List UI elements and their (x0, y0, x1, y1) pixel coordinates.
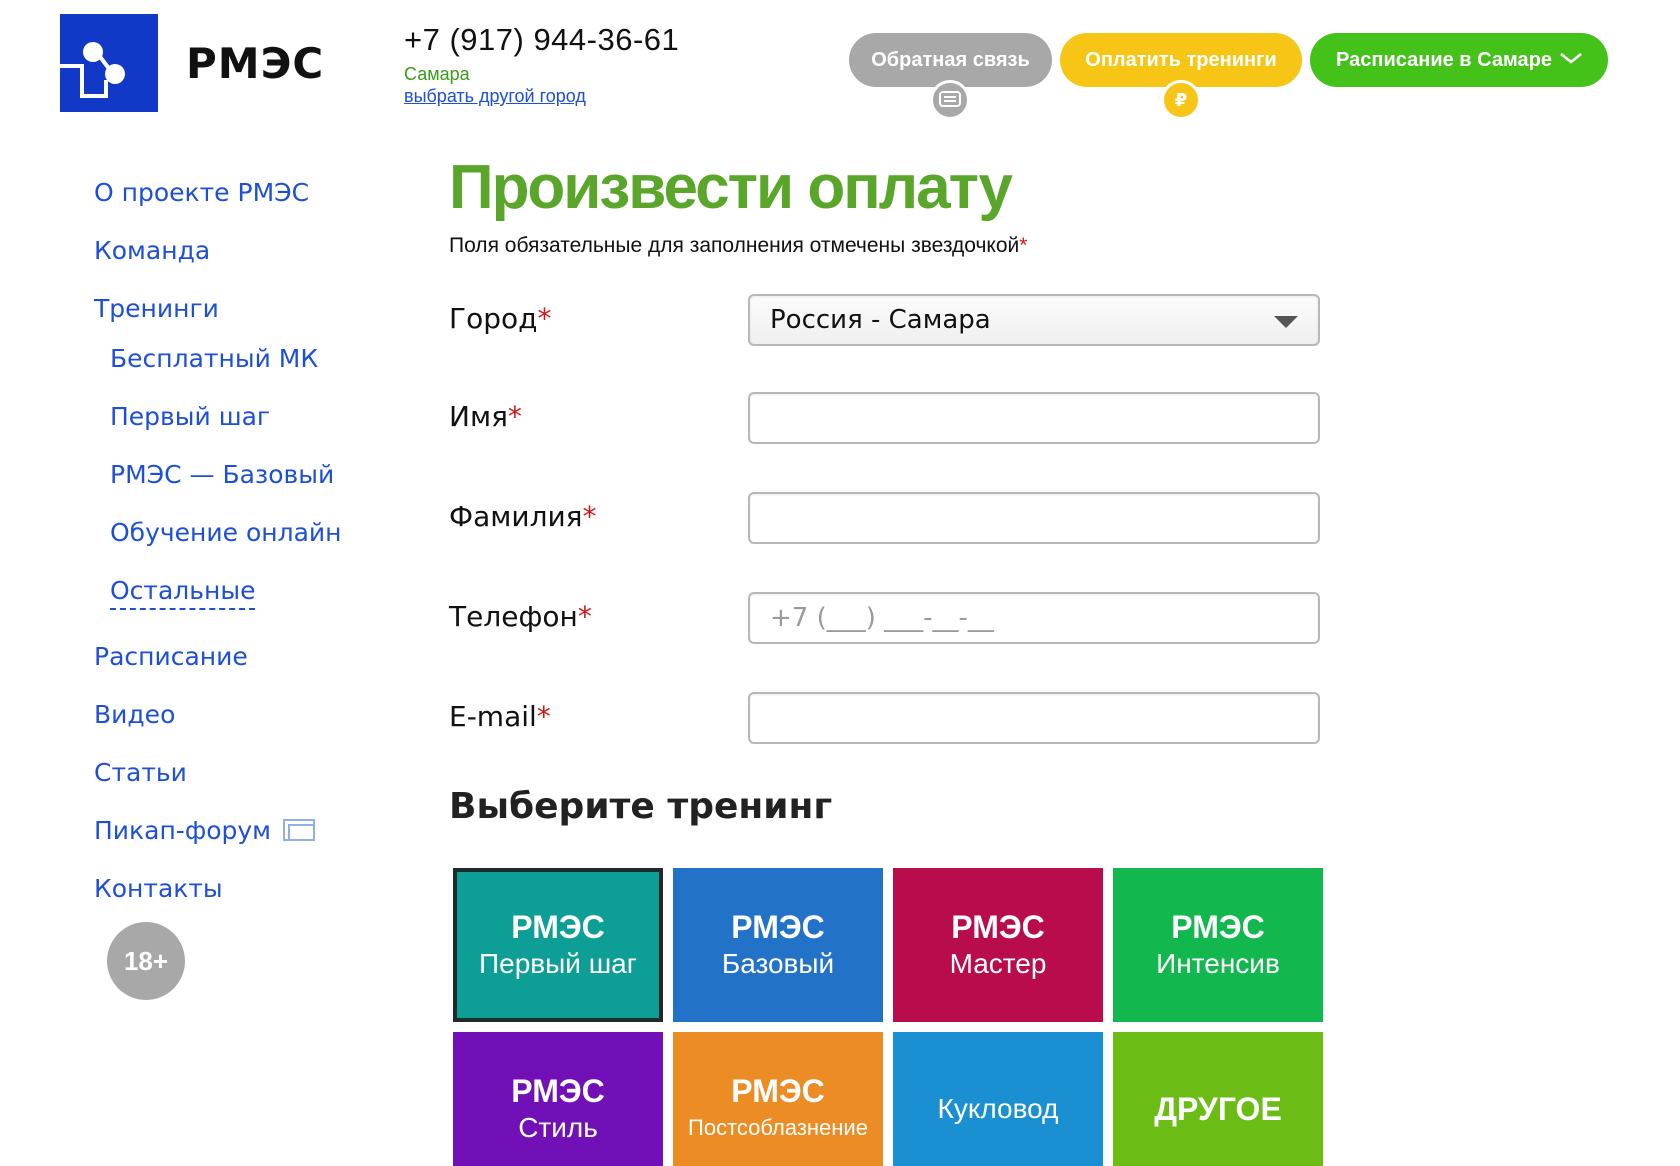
tile-title: ДРУГОЕ (1154, 1091, 1282, 1127)
sidebar-item-online[interactable]: Обучение онлайн (94, 512, 414, 570)
tile-subtitle: Интенсив (1156, 948, 1280, 979)
chevron-down-icon (1560, 51, 1582, 69)
sidebar-nav: О проекте РМЭС Команда Тренинги Бесплатн… (94, 172, 414, 926)
tile-subtitle: Мастер (949, 948, 1047, 979)
training-tile-style[interactable]: РМЭС Стиль (453, 1032, 663, 1166)
tile-subtitle: Первый шаг (479, 948, 637, 979)
sidebar-item-articles[interactable]: Статьи (94, 752, 414, 810)
phone-number[interactable]: +7 (917) 944-36-61 (404, 22, 679, 58)
dropdown-arrow-icon (1274, 316, 1298, 328)
name-label: Имя* (449, 400, 522, 433)
tile-subtitle: Стиль (518, 1112, 598, 1143)
surname-label: Фамилия* (449, 500, 597, 533)
city-select-value: Россия - Самара (770, 305, 991, 335)
feedback-button-label: Обратная связь (871, 48, 1030, 71)
training-tile-postseduction[interactable]: РМЭС Постсоблазнение (673, 1032, 883, 1166)
external-window-icon (283, 819, 316, 841)
required-fields-note: Поля обязательные для заполнения отмечен… (449, 234, 1319, 258)
logo-text: РМЭС (186, 38, 325, 88)
required-star: * (1019, 234, 1028, 257)
tile-subtitle: Базовый (721, 948, 835, 979)
feedback-button[interactable]: Обратная связь (849, 33, 1052, 87)
tile-subtitle: Кукловод (937, 1093, 1059, 1124)
name-row: Имя* (449, 392, 1320, 448)
sidebar-item-forum[interactable]: Пикап-форум (94, 816, 271, 845)
schedule-dropdown-button[interactable]: Расписание в Самаре (1310, 33, 1608, 87)
tile-title: РМЭС (511, 909, 605, 945)
tile-title: РМЭС (951, 909, 1045, 945)
sidebar-item-schedule[interactable]: Расписание (94, 636, 414, 694)
age-restriction-badge: 18+ (107, 922, 185, 1000)
city-select[interactable]: Россия - Самара (748, 294, 1320, 346)
page-title: Произвести оплату (449, 153, 1013, 222)
name-input[interactable] (748, 392, 1320, 444)
surname-input[interactable] (748, 492, 1320, 544)
training-tile-master[interactable]: РМЭС Мастер (893, 868, 1103, 1022)
email-input[interactable] (748, 692, 1320, 744)
surname-row: Фамилия* (449, 492, 1320, 548)
tile-title: РМЭС (731, 1073, 825, 1109)
sidebar-item-free-mk[interactable]: Бесплатный МК (94, 338, 414, 396)
sidebar-item-contacts[interactable]: Контакты (94, 868, 414, 926)
sidebar-item-basic[interactable]: РМЭС — Базовый (94, 454, 414, 512)
sidebar-item-trainings[interactable]: Тренинги (94, 288, 414, 338)
tile-subtitle: Постсоблазнение (688, 1115, 868, 1140)
tile-title: РМЭС (1171, 909, 1265, 945)
email-label: E-mail* (449, 700, 551, 733)
training-tile-puppeteer[interactable]: Кукловод (893, 1032, 1103, 1166)
phone-label: Телефон* (449, 600, 592, 633)
city-row: Город* Россия - Самара (449, 294, 1320, 350)
pay-trainings-label: Оплатить тренинги (1085, 48, 1277, 71)
phone-row: Телефон* (449, 592, 1320, 648)
sidebar-item-team[interactable]: Команда (94, 230, 414, 288)
tile-title: РМЭС (731, 909, 825, 945)
training-tile-other[interactable]: ДРУГОЕ (1113, 1032, 1323, 1166)
sidebar-item-forum-wrap[interactable]: Пикап-форум (94, 810, 414, 868)
sidebar-item-others-wrap: Остальные (94, 570, 414, 636)
schedule-label: Расписание в Самаре (1336, 48, 1552, 71)
sidebar-item-others[interactable]: Остальные (110, 574, 256, 610)
sidebar-item-about[interactable]: О проекте РМЭС (94, 172, 414, 230)
ruble-icon: ₽ (1161, 80, 1201, 120)
contact-block: +7 (917) 944-36-61 Самара выбрать другой… (404, 22, 679, 107)
training-tile-intensive[interactable]: РМЭС Интенсив (1113, 868, 1323, 1022)
logo-mark-icon (60, 14, 158, 112)
sidebar-item-first-step[interactable]: Первый шаг (94, 396, 414, 454)
training-tile-first-step[interactable]: РМЭС Первый шаг (453, 868, 663, 1022)
choose-training-title: Выберите тренинг (449, 786, 833, 827)
city-label: Город* (449, 302, 552, 335)
tile-title: РМЭС (511, 1073, 605, 1109)
logo[interactable]: РМЭС (60, 14, 324, 112)
change-city-link[interactable]: выбрать другой город (404, 86, 679, 107)
sidebar-item-video[interactable]: Видео (94, 694, 414, 752)
payment-main: Произвести оплату Поля обязательные для … (449, 150, 1323, 1166)
current-city: Самара (404, 64, 470, 84)
training-tile-basic[interactable]: РМЭС Базовый (673, 868, 883, 1022)
required-note-text: Поля обязательные для заполнения отмечен… (449, 234, 1020, 257)
pay-trainings-button[interactable]: Оплатить тренинги (1060, 33, 1302, 87)
email-row: E-mail* (449, 692, 1320, 748)
chat-icon (930, 80, 970, 120)
phone-input[interactable] (748, 592, 1320, 644)
